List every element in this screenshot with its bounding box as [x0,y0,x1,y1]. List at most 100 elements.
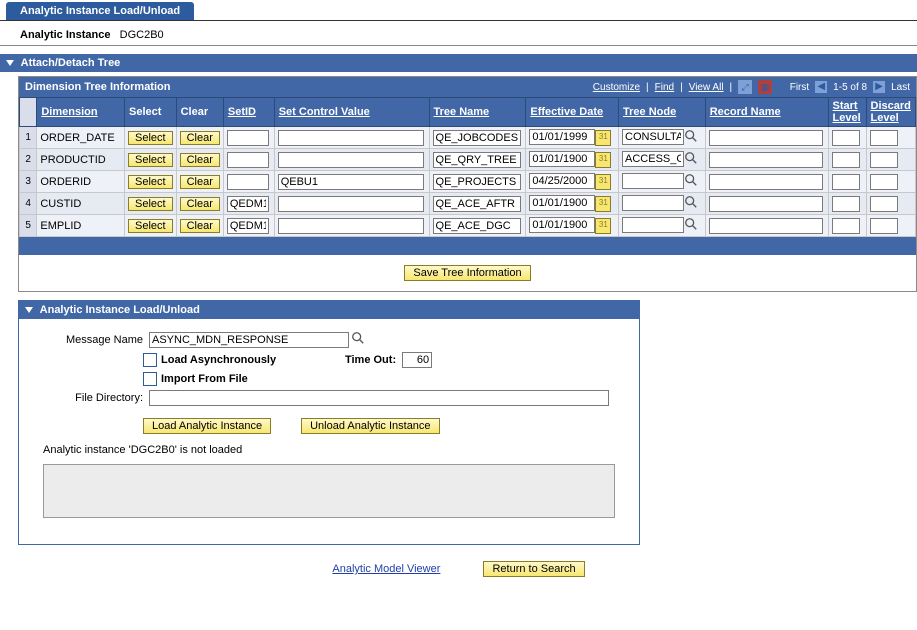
clear-button[interactable]: Clear [180,175,220,189]
lookup-icon[interactable] [684,173,698,190]
col-tree[interactable]: Tree Name [434,106,490,118]
setid-input[interactable] [227,130,269,146]
calendar-icon[interactable]: 31 [595,218,611,234]
save-tree-button[interactable]: Save Tree Information [404,265,530,281]
link-customize[interactable]: Customize [593,82,640,93]
scv-input[interactable] [278,130,424,146]
message-name-input[interactable] [149,332,349,348]
setid-input[interactable] [227,152,269,168]
clear-button[interactable]: Clear [180,153,220,167]
scv-input[interactable] [278,196,424,212]
discard-input[interactable] [870,130,898,146]
filedir-input[interactable] [149,390,609,406]
nav-next-icon[interactable]: ▶ [873,81,885,93]
col-dimension[interactable]: Dimension [41,106,97,118]
select-button[interactable]: Select [128,175,173,189]
dimension-cell: ORDERID [37,171,125,193]
discard-input[interactable] [870,152,898,168]
load-instance-button[interactable]: Load Analytic Instance [143,418,271,434]
tab-analytic-load-unload[interactable]: Analytic Instance Load/Unload [6,2,194,20]
col-start[interactable]: Start Level [833,100,861,124]
lookup-icon[interactable] [684,195,698,212]
node-input[interactable] [622,173,684,189]
node-input[interactable] [622,217,684,233]
instance-header: Analytic Instance DGC2B0 [0,21,917,46]
filedir-label: File Directory: [31,392,149,404]
nav-prev-icon[interactable]: ◀ [815,81,827,93]
col-discard[interactable]: Discard Level [871,100,911,124]
scv-input[interactable] [278,152,424,168]
start-input[interactable] [832,174,860,190]
zoom-icon[interactable]: ⤢ [738,80,752,94]
start-input[interactable] [832,152,860,168]
nav-last[interactable]: Last [891,82,910,93]
scv-input[interactable] [278,218,424,234]
download-icon[interactable]: ▦ [758,80,772,94]
nav-first[interactable]: First [790,82,809,93]
effdt-input[interactable] [529,173,595,189]
record-input[interactable] [709,152,823,168]
col-setid[interactable]: SetID [228,106,256,118]
calendar-icon[interactable]: 31 [595,130,611,146]
scv-input[interactable] [278,174,424,190]
calendar-icon[interactable]: 31 [595,174,611,190]
start-input[interactable] [832,218,860,234]
load-async-checkbox[interactable] [143,353,157,367]
tree-input[interactable] [433,196,521,212]
clear-button[interactable]: Clear [180,219,220,233]
col-node[interactable]: Tree Node [623,106,676,118]
message-name-label: Message Name [31,334,149,346]
select-button[interactable]: Select [128,131,173,145]
section-load-unload[interactable]: Analytic Instance Load/Unload [19,301,639,319]
record-input[interactable] [709,130,823,146]
clear-button[interactable]: Clear [180,197,220,211]
link-view-all[interactable]: View All [689,82,724,93]
chevron-down-icon [6,60,14,66]
effdt-input[interactable] [529,217,595,233]
link-find[interactable]: Find [655,82,674,93]
node-input[interactable] [622,151,684,167]
col-record[interactable]: Record Name [710,106,781,118]
select-button[interactable]: Select [128,219,173,233]
tree-input[interactable] [433,174,521,190]
select-button[interactable]: Select [128,153,173,167]
timeout-input[interactable] [402,352,432,368]
effdt-input[interactable] [529,129,595,145]
link-model-viewer[interactable]: Analytic Model Viewer [332,563,440,575]
node-input[interactable] [622,129,684,145]
setid-input[interactable] [227,196,269,212]
setid-input[interactable] [227,218,269,234]
dimension-cell: ORDER_DATE [37,127,125,149]
select-button[interactable]: Select [128,197,173,211]
lookup-icon[interactable] [684,151,698,168]
clear-button[interactable]: Clear [180,131,220,145]
setid-input[interactable] [227,174,269,190]
lookup-icon[interactable] [684,129,698,146]
calendar-icon[interactable]: 31 [595,196,611,212]
discard-input[interactable] [870,174,898,190]
record-input[interactable] [709,174,823,190]
start-input[interactable] [832,196,860,212]
discard-input[interactable] [870,196,898,212]
tree-input[interactable] [433,152,521,168]
lookup-icon[interactable] [684,217,698,234]
effdt-input[interactable] [529,151,595,167]
row-number: 3 [20,171,37,193]
node-input[interactable] [622,195,684,211]
lookup-icon[interactable] [351,331,365,348]
import-file-checkbox[interactable] [143,372,157,386]
tree-input[interactable] [433,130,521,146]
col-effdt[interactable]: Effective Date [530,106,603,118]
table-row: 4CUSTIDSelectClear31 [20,193,916,215]
tree-input[interactable] [433,218,521,234]
unload-instance-button[interactable]: Unload Analytic Instance [301,418,439,434]
effdt-input[interactable] [529,195,595,211]
start-input[interactable] [832,130,860,146]
section-attach-detach[interactable]: Attach/Detach Tree [0,54,917,72]
col-scv[interactable]: Set Control Value [279,106,370,118]
record-input[interactable] [709,196,823,212]
discard-input[interactable] [870,218,898,234]
calendar-icon[interactable]: 31 [595,152,611,168]
record-input[interactable] [709,218,823,234]
return-to-search-button[interactable]: Return to Search [483,561,584,577]
